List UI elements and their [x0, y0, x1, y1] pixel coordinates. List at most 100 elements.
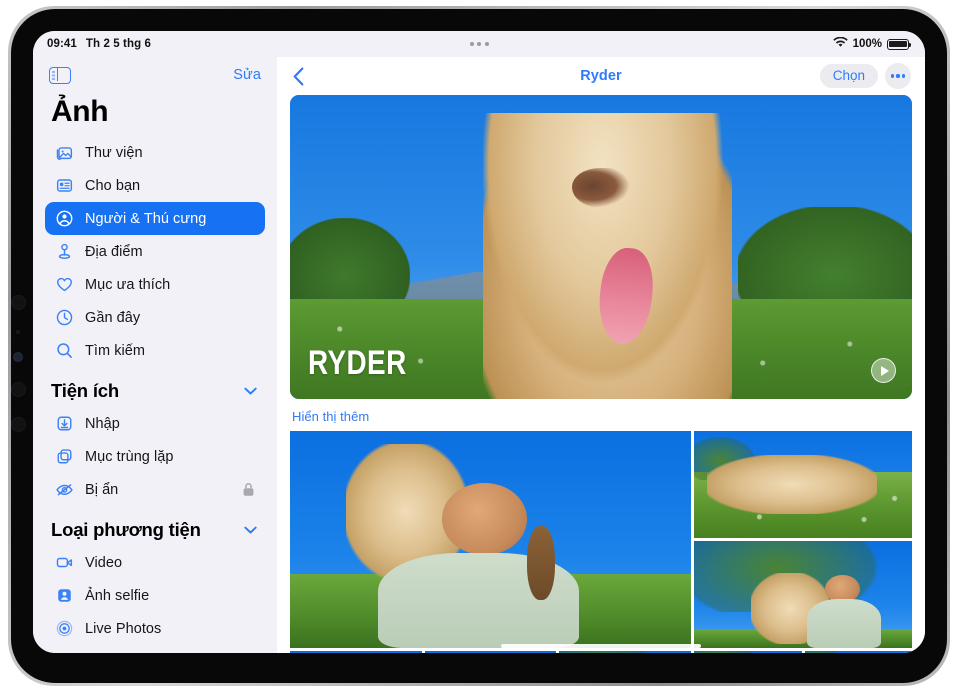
select-button[interactable]: Chọn — [819, 64, 878, 88]
person-body — [807, 598, 882, 648]
sidebar-item-places[interactable]: Địa điểm — [45, 235, 265, 268]
heart-icon — [55, 275, 74, 294]
home-indicator[interactable] — [501, 644, 701, 648]
status-bar-left: 09:41 Th 2 5 thg 6 — [47, 38, 151, 50]
chevron-down-icon[interactable] — [244, 387, 257, 395]
chevron-down-icon[interactable] — [244, 526, 257, 534]
sidebar-item-label: Cho bạn — [85, 177, 141, 194]
more-dot — [902, 74, 906, 78]
hardware-button-volume-down[interactable] — [11, 382, 26, 397]
hardware-button-volume-up[interactable] — [11, 295, 26, 310]
more-dot — [896, 74, 900, 78]
clock-icon — [55, 308, 74, 327]
edit-button[interactable]: Sửa — [233, 67, 261, 83]
duplicates-icon — [55, 447, 74, 466]
nav-actions: Chọn — [819, 63, 911, 89]
grid-photo-5[interactable] — [424, 651, 557, 653]
battery-icon — [887, 38, 912, 50]
sidebar-group-header-media-types[interactable]: Loại phương tiện — [45, 506, 265, 546]
wifi-icon — [832, 36, 848, 51]
grid-photo-4[interactable] — [290, 651, 422, 653]
lock-icon — [242, 482, 255, 497]
live-photos-icon — [55, 619, 74, 638]
sidebar-item-label: Live Photos — [85, 620, 162, 637]
sidebar-item-label: Gần đây — [85, 309, 141, 326]
sidebar-item-search[interactable]: Tìm kiếm — [45, 334, 265, 367]
multitask-dot — [484, 42, 489, 46]
dog-subject — [482, 113, 732, 399]
tree-left — [804, 651, 842, 653]
hardware-button-power[interactable] — [11, 417, 26, 432]
battery-percent-label: 100% — [852, 38, 882, 50]
status-bar-center — [33, 31, 925, 57]
sidebar-header: Sửa — [45, 57, 265, 93]
sidebar-group-title: Loại phương tiện — [51, 519, 201, 540]
person-head — [442, 483, 527, 555]
sidebar-item-for-you[interactable]: Cho bạn — [45, 169, 265, 202]
sidebar-item-portrait[interactable]: Chân dung — [45, 645, 265, 653]
sidebar: Sửa Ảnh Thư viện Cho bạn Người & Thú cưn… — [33, 57, 277, 653]
show-more-link[interactable]: Hiển thị thêm — [290, 399, 371, 431]
hardware-camera — [13, 352, 23, 362]
sidebar-item-selfies[interactable]: Ảnh selfie — [45, 579, 265, 612]
sidebar-item-label: Thư viện — [85, 144, 143, 161]
people-pets-icon — [55, 209, 74, 228]
sidebar-item-label: Người & Thú cưng — [85, 210, 207, 227]
grid-photo-2[interactable] — [694, 431, 912, 538]
sidebar-item-label: Video — [85, 554, 123, 571]
tree-canopy — [559, 651, 652, 653]
sidebar-item-label: Mục trùng lặp — [85, 448, 174, 465]
sidebar-item-import[interactable]: Nhập — [45, 407, 265, 440]
grid-photo-7[interactable] — [694, 651, 802, 653]
grid-photo-8[interactable] — [804, 651, 912, 653]
portrait-icon — [55, 652, 74, 653]
status-bar: 09:41 Th 2 5 thg 6 100% — [33, 31, 925, 57]
sidebar-group-header-utilities[interactable]: Tiện ích — [45, 367, 265, 407]
sidebar-item-hidden[interactable]: Bị ẩn — [45, 473, 265, 506]
grid-photo-1[interactable] — [290, 431, 691, 648]
photo-grid — [290, 431, 912, 653]
sidebar-item-video[interactable]: Video — [45, 546, 265, 579]
app-body: Sửa Ảnh Thư viện Cho bạn Người & Thú cưn… — [33, 57, 925, 653]
places-pin-icon — [55, 242, 74, 261]
multitask-dot — [477, 42, 481, 46]
sidebar-item-live-photos[interactable]: Live Photos — [45, 612, 265, 645]
content-scroll-area[interactable]: RYDER Hiển thị thêm — [277, 95, 925, 653]
play-icon[interactable] — [871, 358, 896, 383]
sidebar-item-people-pets[interactable]: Người & Thú cưng — [45, 202, 265, 235]
sidebar-item-label: Mục ưa thích — [85, 276, 171, 293]
tree-canopy — [694, 651, 755, 653]
multitask-dot — [469, 42, 474, 46]
sidebar-item-label: Ảnh selfie — [85, 587, 150, 604]
hidden-eye-icon — [55, 480, 74, 499]
sidebar-item-label: Tìm kiếm — [85, 342, 146, 359]
sidebar-item-favorites[interactable]: Mục ưa thích — [45, 268, 265, 301]
dog-tongue — [594, 245, 657, 346]
video-icon — [55, 553, 74, 572]
status-bar-right: 100% — [832, 36, 912, 51]
sidebar-toggle-icon[interactable] — [49, 66, 71, 84]
sidebar-item-duplicates[interactable]: Mục trùng lặp — [45, 440, 265, 473]
library-icon — [55, 143, 74, 162]
sidebar-item-recents[interactable]: Gần đây — [45, 301, 265, 334]
more-dots-icon[interactable] — [885, 63, 911, 89]
sidebar-item-library[interactable]: Thư viện — [45, 136, 265, 169]
grid-photo-6[interactable] — [559, 651, 691, 653]
sidebar-item-label: Bị ẩn — [85, 481, 119, 498]
sky-layer — [424, 651, 557, 653]
sidebar-item-label: Địa điểm — [85, 243, 143, 260]
import-icon — [55, 414, 74, 433]
chevron-left-icon — [293, 67, 304, 85]
hero-memory-card[interactable]: RYDER — [290, 95, 912, 399]
status-time: 09:41 — [47, 38, 77, 50]
main-pane: Ryder Chọn RYDER Hiển thị thêm — [277, 57, 925, 653]
grid-row-partial-right — [694, 651, 912, 653]
grid-row-partial-left — [290, 651, 691, 653]
selfie-icon — [55, 586, 74, 605]
back-button[interactable] — [287, 65, 310, 88]
multitask-dots-icon[interactable] — [469, 42, 489, 46]
ipad-screen: 09:41 Th 2 5 thg 6 100% Sửa Ảnh Thư viện… — [33, 31, 925, 653]
grid-photo-3[interactable] — [694, 541, 912, 648]
dog-muzzle — [572, 167, 631, 208]
more-dot — [890, 74, 894, 78]
